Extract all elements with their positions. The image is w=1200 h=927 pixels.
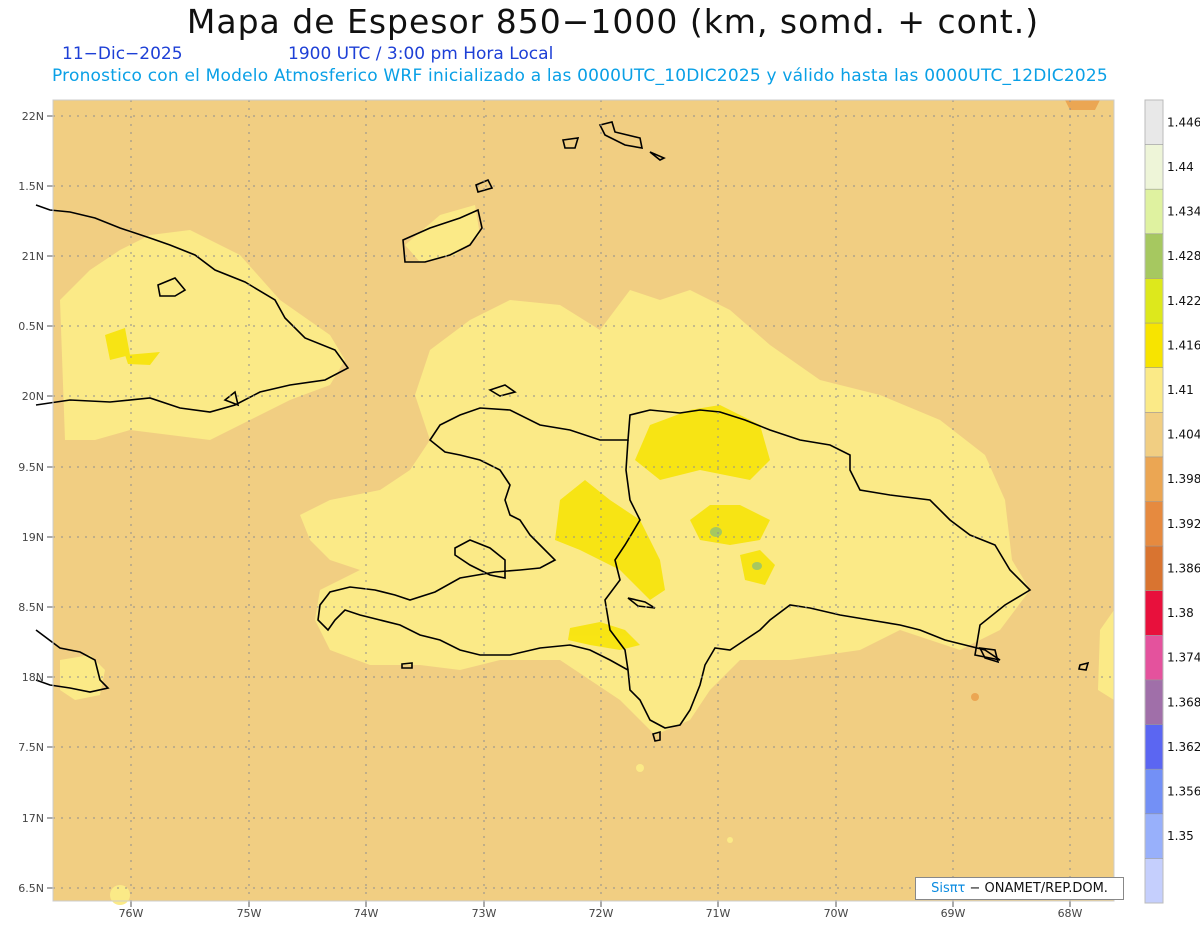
lat-label: 21N (22, 250, 44, 263)
colorbar-label: 1.416 (1167, 338, 1200, 352)
colorbar: 1.446 1.44 1.434 1.428 1.422 1.416 1.41 1.404 1.… (1144, 99, 1200, 904)
colorbar-swatch (1145, 189, 1163, 235)
colorbar-label: 1.428 (1167, 249, 1200, 263)
colorbar-label: 1.368 (1167, 695, 1200, 709)
lat-label: 20N (22, 390, 44, 403)
lat-label: 22N (22, 110, 44, 123)
colorbar-swatch (1145, 367, 1163, 413)
colorbar-swatch (1145, 144, 1163, 190)
colorbar-label: 1.374 (1167, 651, 1200, 665)
colorbar-swatch (1145, 501, 1163, 547)
lat-label: 8.5N (18, 601, 44, 614)
colorbar-label: 1.398 (1167, 472, 1200, 486)
colorbar-label: 1.41 (1167, 383, 1194, 397)
colorbar-label: 1.35 (1167, 829, 1194, 843)
lat-label: 18N (22, 671, 44, 684)
lat-label: 6.5N (18, 882, 44, 895)
colorbar-label: 1.404 (1167, 428, 1200, 442)
colorbar-swatch (1145, 813, 1163, 859)
lon-label: 75W (237, 907, 262, 920)
colorbar-swatch (1145, 412, 1163, 458)
longitude-labels: 76W 75W 74W 73W 72W 71W 70W 69W 68W (119, 907, 1083, 920)
colorbar-swatch (1145, 635, 1163, 681)
thickness-low-spot (971, 693, 979, 701)
colorbar-label: 1.446 (1167, 115, 1200, 129)
lat-label: 0.5N (18, 320, 44, 333)
colorbar-swatch (1145, 679, 1163, 726)
colorbar-swatch (1145, 769, 1163, 815)
lon-label: 76W (119, 907, 144, 920)
lat-label: 1.5N (18, 180, 44, 193)
lat-label: 7.5N (18, 741, 44, 754)
colorbar-swatch (1145, 590, 1163, 636)
colorbar-label: 1.362 (1167, 740, 1200, 754)
colorbar-swatch (1145, 546, 1163, 592)
colorbar-swatch (1145, 724, 1163, 770)
lon-label: 74W (354, 907, 379, 920)
colorbar-label: 1.434 (1167, 205, 1200, 219)
colorbar-swatch (1145, 456, 1163, 502)
lat-label: 19N (22, 531, 44, 544)
colorbar-label: 1.356 (1167, 784, 1200, 798)
colorbar-label: 1.38 (1167, 606, 1194, 620)
lat-label: 17N (22, 812, 44, 825)
credit-text: − ONAMET/REP.DOM. (965, 881, 1108, 896)
credit-box: Sisπτ − ONAMET/REP.DOM. (915, 877, 1124, 900)
credit-brand: Sisπτ (931, 881, 966, 896)
lon-label: 72W (589, 907, 614, 920)
colorbar-label: 1.44 (1167, 160, 1194, 174)
lat-label: 9.5N (18, 461, 44, 474)
colorbar-swatch (1145, 858, 1163, 904)
colorbar-swatch (1145, 233, 1163, 279)
colorbar-label: 1.392 (1167, 517, 1200, 531)
colorbar-label: 1.386 (1167, 561, 1200, 575)
lon-label: 69W (941, 907, 966, 920)
colorbar-label: 1.422 (1167, 294, 1200, 308)
colorbar-swatch (1145, 323, 1163, 369)
colorbar-swatch (1145, 278, 1163, 324)
lon-label: 70W (824, 907, 849, 920)
lon-label: 68W (1058, 907, 1083, 920)
lon-label: 71W (706, 907, 731, 920)
colorbar-swatch (1145, 100, 1163, 146)
latitude-labels: 22N 1.5N 21N 0.5N 20N 9.5N 19N 8.5N 18N … (18, 110, 44, 895)
lon-label: 73W (472, 907, 497, 920)
